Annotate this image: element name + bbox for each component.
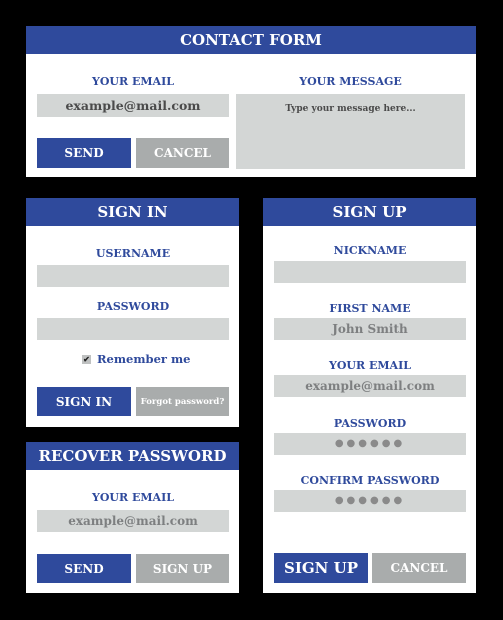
contact-send-button[interactable]: SEND	[37, 138, 131, 168]
recover-password-title: RECOVER PASSWORD	[26, 442, 239, 470]
sign-up-button[interactable]: SIGN UP	[274, 553, 368, 583]
contact-email-input[interactable]: example@mail.com	[37, 94, 229, 117]
recover-email-input[interactable]: example@mail.com	[37, 510, 229, 532]
password-label: PASSWORD	[96, 300, 170, 313]
nickname-input[interactable]	[274, 261, 466, 283]
sign-up-title: SIGN UP	[263, 198, 476, 226]
remember-me-checkbox[interactable]: ✔ Remember me	[82, 352, 190, 366]
forgot-password-button[interactable]: Forgot password?	[136, 387, 229, 416]
recover-sign-up-button[interactable]: SIGN UP	[136, 554, 229, 583]
nickname-label: NICKNAME	[333, 244, 407, 257]
sign-up-cancel-button[interactable]: CANCEL	[372, 553, 466, 583]
sign-in-title: SIGN IN	[26, 198, 239, 226]
contact-email-label: YOUR EMAIL	[92, 75, 174, 88]
recover-email-label: YOUR EMAIL	[92, 491, 174, 504]
signup-email-input[interactable]: example@mail.com	[274, 375, 466, 397]
contact-form-title: CONTACT FORM	[26, 26, 476, 54]
signup-password-input[interactable]: ●●●●●●	[274, 433, 466, 455]
contact-form-card: CONTACT FORM YOUR EMAIL example@mail.com…	[26, 26, 476, 177]
checkbox-check-icon[interactable]: ✔	[82, 354, 91, 364]
contact-message-placeholder: Type your message here...	[285, 104, 416, 114]
confirm-password-label: CONFIRM PASSWORD	[300, 474, 440, 487]
recover-send-button[interactable]: SEND	[37, 554, 131, 583]
contact-message-label: YOUR MESSAGE	[299, 75, 402, 88]
contact-message-textarea[interactable]: Type your message here...	[236, 94, 465, 169]
password-input[interactable]	[37, 318, 229, 340]
first-name-label: FIRST NAME	[329, 302, 411, 315]
sign-up-card: SIGN UP NICKNAME FIRST NAME John Smith Y…	[263, 198, 476, 593]
recover-password-card: RECOVER PASSWORD YOUR EMAIL example@mail…	[26, 442, 239, 593]
signup-email-label: YOUR EMAIL	[329, 359, 411, 372]
sign-in-card: SIGN IN USERNAME PASSWORD ✔ Remember me …	[26, 198, 239, 427]
username-label: USERNAME	[95, 247, 171, 260]
contact-cancel-button[interactable]: CANCEL	[136, 138, 229, 168]
first-name-input[interactable]: John Smith	[274, 318, 466, 340]
signup-password-label: PASSWORD	[333, 417, 407, 430]
username-input[interactable]	[37, 265, 229, 287]
remember-me-label: Remember me	[97, 352, 191, 366]
confirm-password-input[interactable]: ●●●●●●	[274, 490, 466, 512]
sign-in-button[interactable]: SIGN IN	[37, 387, 131, 416]
